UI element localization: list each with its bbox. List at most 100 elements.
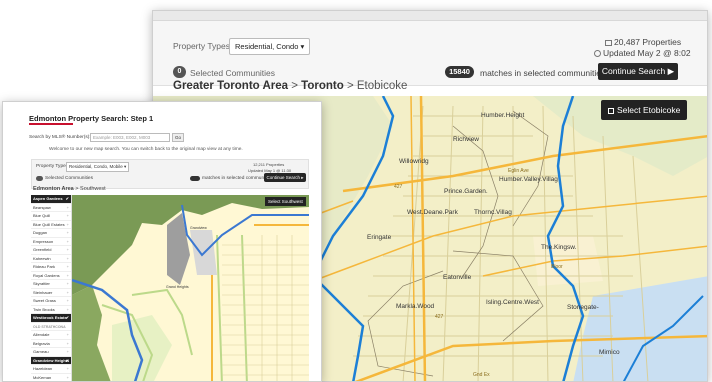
breadcrumb: Edmonton Area > Southwest <box>33 186 106 192</box>
community-item[interactable]: Blue Quill Estates+ <box>31 221 71 230</box>
community-item[interactable]: Steinhauer + <box>31 289 71 298</box>
plus-icon: + <box>67 280 69 289</box>
community-label: Blue Quill <box>33 213 50 218</box>
map-label: Mimico <box>599 349 620 356</box>
plus-icon: + <box>67 263 69 272</box>
community-item[interactable]: McKernan+ <box>31 374 71 382</box>
community-label: Steinhauer <box>33 290 52 295</box>
map-label: Richview <box>453 136 479 143</box>
community-item[interactable]: Allendale+ <box>31 331 71 340</box>
building-icon <box>605 40 612 46</box>
community-item[interactable]: Sweet Grass + <box>31 297 71 306</box>
plus-icon: + <box>67 272 69 281</box>
select-southwest-button[interactable]: Select Southwest <box>265 197 306 206</box>
plus-icon: + <box>67 255 69 264</box>
selected-count-badge <box>36 176 43 181</box>
updated-timestamp: Updated May 2 @ 8:02 <box>594 48 691 58</box>
community-label: Twin Brooks <box>33 307 55 312</box>
plus-icon: + <box>67 246 69 255</box>
breadcrumb-district: Southwest <box>80 186 106 192</box>
community-item[interactable]: Kaheewin+ <box>31 255 71 264</box>
map-label: Eatonville <box>443 274 471 281</box>
community-label: Aspen Gardens <box>33 196 63 201</box>
community-item[interactable]: Twin Brooks + <box>31 306 71 315</box>
mls-label: Search by MLS® Number(s): <box>29 135 91 140</box>
properties-count: 20,487 Properties <box>605 37 681 47</box>
road-label: Eglin Ave <box>508 168 529 174</box>
community-label: Duggan <box>33 230 47 235</box>
community-item[interactable]: Grandview Heights✔ <box>31 357 71 366</box>
map-label: Eringate <box>367 234 391 241</box>
selected-communities-label: Selected Communities <box>45 176 93 181</box>
community-item[interactable]: Blue Quill + <box>31 212 71 221</box>
breadcrumb-area[interactable]: Edmonton Area <box>33 186 74 192</box>
community-label: Belgravia <box>33 341 50 346</box>
plus-icon: + <box>67 306 69 315</box>
map-label: Humber.Valley.Villag <box>499 176 558 183</box>
window-titlebar <box>153 11 707 21</box>
community-label: Sweet Grass <box>33 298 56 303</box>
map-label: Willowridg <box>399 158 429 165</box>
continue-search-button[interactable]: Continue Search ▸ <box>264 173 306 182</box>
community-item[interactable]: Duggan + <box>31 229 71 238</box>
community-item[interactable]: Aspen Gardens✔ <box>31 195 71 204</box>
community-item[interactable]: Greenfield+ <box>31 246 71 255</box>
plus-icon: + <box>67 365 69 374</box>
select-etobicoke-button[interactable]: Select Etobicoke <box>601 100 687 120</box>
selected-count-badge: 0 <box>173 66 186 78</box>
welcome-message: Welcome to our new map search. You can s… <box>49 147 243 152</box>
community-item[interactable]: Empresson+ <box>31 238 71 247</box>
page-title: Edmonton Property Search: Step 1 <box>29 114 153 123</box>
community-item[interactable]: Skyrattler + <box>31 280 71 289</box>
plus-icon: + <box>67 204 69 213</box>
community-item[interactable]: Hazeldean + <box>31 365 71 374</box>
search-header: Property Types: Residential, Condo, Mobi… <box>31 159 309 189</box>
map-label: Grandview <box>190 226 207 230</box>
road-label: Gnd Ex <box>473 372 490 378</box>
properties-count: 12,211 Properties <box>253 162 284 167</box>
community-label: Westbrook Estate <box>33 315 67 320</box>
community-item[interactable]: Rideau Park + <box>31 263 71 272</box>
breadcrumb-area[interactable]: Greater Toronto Area <box>173 80 288 92</box>
community-label: OLD STRATHCONA <box>33 325 66 329</box>
road-label: Bloor <box>551 264 563 270</box>
community-item[interactable]: Garneau+ <box>31 348 71 357</box>
community-label: Rideau Park <box>33 264 55 269</box>
matches-count-badge <box>190 176 200 181</box>
edmonton-map[interactable]: Select Southwest Grandview Grand Heights <box>72 195 309 382</box>
breadcrumb-city[interactable]: Toronto <box>301 80 344 92</box>
map-label: Stonegate- <box>567 304 599 311</box>
continue-search-button[interactable]: Continue Search ▶ <box>598 63 678 80</box>
community-item[interactable]: Royal Gardens + <box>31 272 71 281</box>
plus-icon: + <box>67 212 69 221</box>
community-list[interactable]: Aspen Gardens✔Bearspaw+Blue Quill+Blue Q… <box>31 195 72 382</box>
property-types-label: Property Types: <box>36 164 70 169</box>
community-label: Skyrattler <box>33 281 50 286</box>
matches-label: matches in selected communities <box>480 68 605 78</box>
community-item[interactable]: Belgravia + <box>31 340 71 349</box>
property-types-select[interactable]: Residential, Condo ▾ <box>229 38 310 55</box>
plus-icon: + <box>67 221 69 230</box>
plus-icon: + <box>67 340 69 349</box>
community-label: Hazeldean <box>33 366 52 371</box>
matches-label: matches in selected communities <box>202 176 273 181</box>
community-label: Garneau <box>33 349 49 354</box>
plus-icon: + <box>67 297 69 306</box>
plus-icon: + <box>67 238 69 247</box>
map-label: West.Deane.Park <box>407 209 458 216</box>
property-types-label: Property Types: <box>173 41 232 51</box>
property-types-select[interactable]: Residential, Condo, Mobile ▾ <box>66 162 129 172</box>
road-label: 427 <box>394 184 402 190</box>
community-item[interactable]: Westbrook Estate✔ <box>31 314 71 323</box>
community-label: Blue Quill Estates <box>33 222 65 227</box>
plus-icon: + <box>67 331 69 340</box>
plus-icon: + <box>67 229 69 238</box>
community-label: Royal Gardens <box>33 273 60 278</box>
check-icon: ✔ <box>66 314 69 323</box>
mls-search-input[interactable]: Example: E003, E002, M003 <box>90 133 170 142</box>
community-item[interactable]: Bearspaw+ <box>31 204 71 213</box>
search-header: Property Types: Residential, Condo ▾ 20,… <box>153 21 707 86</box>
go-button[interactable]: Go <box>172 133 184 142</box>
plus-icon: + <box>67 289 69 298</box>
edmonton-map-window: Edmonton Property Search: Step 1 Search … <box>2 101 322 382</box>
